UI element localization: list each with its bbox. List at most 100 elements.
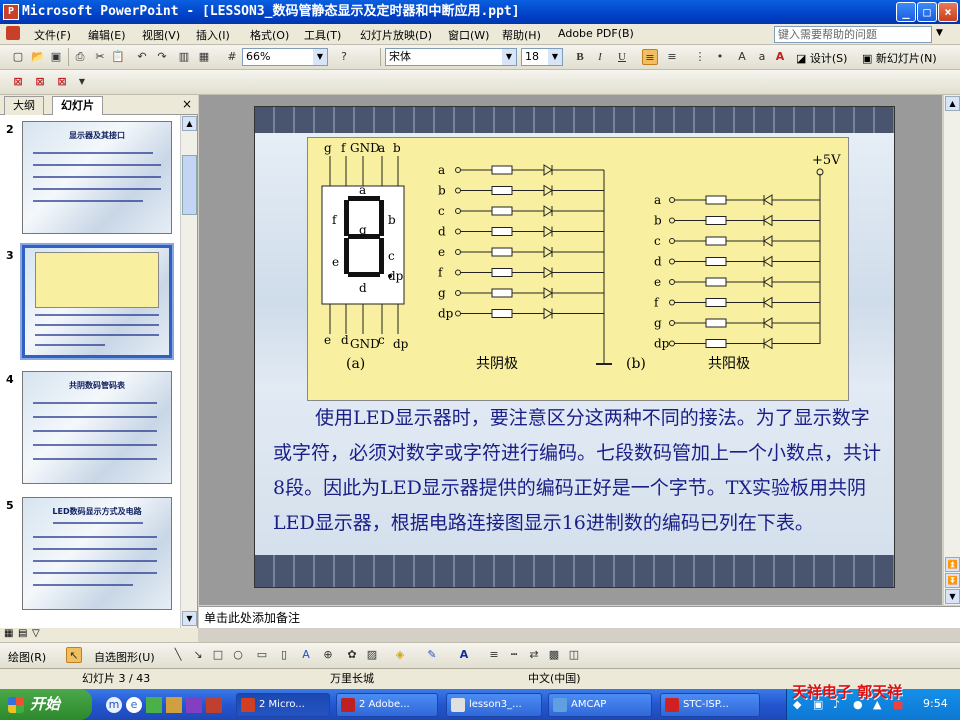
help-icon[interactable]: ? bbox=[336, 49, 352, 65]
pdf-convert-icon[interactable]: ⊠ bbox=[10, 74, 26, 90]
undo-icon[interactable]: ↶ bbox=[134, 49, 150, 65]
scroll-thumb[interactable] bbox=[182, 155, 197, 215]
sorter-view-icon[interactable]: ▤ bbox=[18, 628, 27, 639]
taskbar-powerpoint[interactable]: 2 Micro... bbox=[236, 693, 330, 717]
slide-body-text[interactable]: 使用LED显示器时，要注意区分这两种不同的接法。为了显示数字或字符，必须对数字或… bbox=[273, 401, 883, 541]
slide-thumbnail-5[interactable]: LED数码显示方式及电路 bbox=[22, 497, 172, 610]
picture-icon[interactable]: ▨ bbox=[364, 647, 380, 663]
menu-view[interactable]: 视图(V) bbox=[142, 27, 180, 43]
new-slide-button[interactable]: ▣ 新幻灯片(N) bbox=[862, 50, 937, 66]
numbered-list-icon[interactable]: ⋮ bbox=[692, 49, 708, 65]
pdf-email-icon[interactable]: ⊠ bbox=[32, 74, 48, 90]
save-icon[interactable]: ▣ bbox=[48, 49, 64, 65]
scroll-down-icon[interactable]: ▼ bbox=[182, 611, 197, 626]
close-button[interactable]: × bbox=[938, 2, 958, 22]
new-icon[interactable]: ▢ bbox=[10, 49, 26, 65]
taskbar-lesson3[interactable]: lesson3_... bbox=[446, 693, 542, 717]
quicklaunch-ie-icon[interactable]: e bbox=[126, 697, 142, 713]
tab-outline[interactable]: 大纲 bbox=[4, 96, 44, 115]
clipart-icon[interactable]: ✿ bbox=[344, 647, 360, 663]
table-icon[interactable]: ▦ bbox=[196, 49, 212, 65]
menu-format[interactable]: 格式(O) bbox=[250, 27, 289, 43]
menu-insert[interactable]: 插入(I) bbox=[196, 27, 230, 43]
align-left-icon[interactable]: ≡ bbox=[642, 49, 658, 65]
menu-slideshow[interactable]: 幻灯片放映(D) bbox=[360, 27, 432, 43]
notes-pane[interactable]: 单击此处添加备注 bbox=[199, 606, 960, 628]
slide-thumbnail-3[interactable] bbox=[20, 243, 174, 360]
pdf-review-icon[interactable]: ⊠ bbox=[54, 74, 70, 90]
align-center-icon[interactable]: ≡ bbox=[664, 49, 680, 65]
fill-color-icon[interactable]: ◈ bbox=[392, 647, 408, 663]
3d-icon[interactable]: ◫ bbox=[566, 647, 582, 663]
slide-canvas[interactable]: g f GND a b a f b g e c d dp e d GND c d… bbox=[254, 106, 895, 588]
maximize-button[interactable]: □ bbox=[917, 2, 937, 22]
dash-style-icon[interactable]: ┅ bbox=[506, 647, 522, 663]
quicklaunch-desktop-icon[interactable] bbox=[146, 697, 162, 713]
minimize-button[interactable]: _ bbox=[896, 2, 916, 22]
underline-button[interactable]: U bbox=[614, 49, 630, 65]
autoshapes-menu[interactable]: 自选图形(U) bbox=[94, 649, 155, 665]
bold-button[interactable]: B bbox=[572, 49, 588, 65]
help-dropdown-icon[interactable]: ▼ bbox=[936, 28, 943, 38]
shadow-icon[interactable]: ▩ bbox=[546, 647, 562, 663]
menu-tools[interactable]: 工具(T) bbox=[304, 27, 341, 43]
menu-help[interactable]: 帮助(H) bbox=[502, 27, 541, 43]
menu-window[interactable]: 窗口(W) bbox=[448, 27, 489, 43]
textbox-vertical-icon[interactable]: ▯ bbox=[276, 647, 292, 663]
cut-icon[interactable]: ✂ bbox=[92, 49, 108, 65]
normal-view-icon[interactable]: ▦ bbox=[4, 628, 13, 639]
document-icon[interactable] bbox=[6, 26, 20, 40]
help-search-input[interactable]: 键入需要帮助的问题 bbox=[774, 26, 932, 43]
oval-icon[interactable]: ○ bbox=[230, 647, 246, 663]
line-style-icon[interactable]: ≡ bbox=[486, 647, 502, 663]
rectangle-icon[interactable]: □ bbox=[210, 647, 226, 663]
paste-icon[interactable]: 📋 bbox=[110, 49, 126, 65]
taskbar-adobe[interactable]: 2 Adobe... bbox=[336, 693, 438, 717]
font-grow-icon[interactable]: A bbox=[734, 49, 750, 65]
toolbar-options-icon[interactable]: ▼ bbox=[74, 74, 90, 90]
scroll-up-icon[interactable]: ▲ bbox=[182, 116, 197, 131]
font-shrink-icon[interactable]: a bbox=[754, 49, 770, 65]
scroll-down-icon[interactable]: ▼ bbox=[945, 589, 960, 604]
select-pointer-icon[interactable]: ↖ bbox=[66, 647, 82, 663]
slide-scrollbar[interactable]: ▲ ⏫ ⏬ ▼ bbox=[943, 95, 960, 605]
design-button[interactable]: ◪ 设计(S) bbox=[796, 50, 847, 66]
quicklaunch-app-icon[interactable] bbox=[186, 697, 202, 713]
grid-icon[interactable]: # bbox=[224, 49, 240, 65]
quicklaunch-browser-icon[interactable]: m bbox=[106, 697, 122, 713]
font-size-select[interactable]: 18 ▼ bbox=[521, 48, 563, 66]
slideshow-view-icon[interactable]: ▽ bbox=[32, 628, 40, 639]
redo-icon[interactable]: ↷ bbox=[154, 49, 170, 65]
quicklaunch-app2-icon[interactable] bbox=[206, 697, 222, 713]
draw-menu[interactable]: 绘图(R) bbox=[8, 649, 46, 665]
diagram-icon[interactable]: ⊕ bbox=[320, 647, 336, 663]
line-icon[interactable]: ╲ bbox=[170, 647, 186, 663]
scroll-up-icon[interactable]: ▲ bbox=[945, 96, 960, 111]
tab-slides[interactable]: 幻灯片 bbox=[52, 96, 103, 115]
menu-file[interactable]: 文件(F) bbox=[34, 27, 71, 43]
textbox-icon[interactable]: ▭ bbox=[254, 647, 270, 663]
chart-icon[interactable]: ▥ bbox=[176, 49, 192, 65]
close-pane-icon[interactable]: × bbox=[182, 97, 192, 111]
slide-thumbnail-4[interactable]: 共阴数码管码表 bbox=[22, 371, 172, 484]
quicklaunch-folder-icon[interactable] bbox=[166, 697, 182, 713]
thumbnail-scrollbar[interactable]: ▲ ▼ bbox=[180, 115, 197, 628]
prev-slide-icon[interactable]: ⏫ bbox=[945, 557, 960, 572]
open-icon[interactable]: 📂 bbox=[30, 49, 46, 65]
clock[interactable]: 9:54 bbox=[923, 697, 948, 710]
arrow-style-icon[interactable]: ⇄ bbox=[526, 647, 542, 663]
slide-thumbnail-2[interactable]: 显示器及其接口 bbox=[22, 121, 172, 234]
powerpoint-app-icon[interactable]: P bbox=[3, 4, 19, 20]
bullet-list-icon[interactable]: • bbox=[712, 49, 728, 65]
menu-edit[interactable]: 编辑(E) bbox=[88, 27, 126, 43]
next-slide-icon[interactable]: ⏬ bbox=[945, 573, 960, 588]
zoom-select[interactable]: 66% ▼ bbox=[242, 48, 328, 66]
font-color-draw-icon[interactable]: A bbox=[456, 647, 472, 663]
print-icon[interactable]: ⎙ bbox=[72, 49, 88, 65]
start-button[interactable]: 开始 bbox=[0, 689, 92, 720]
menu-adobe-pdf[interactable]: Adobe PDF(B) bbox=[558, 27, 634, 40]
taskbar-amcap[interactable]: AMCAP bbox=[548, 693, 652, 717]
wordart-icon[interactable]: A bbox=[298, 647, 314, 663]
arrow-icon[interactable]: ↘ bbox=[190, 647, 206, 663]
font-select[interactable]: 宋体 ▼ bbox=[385, 48, 517, 66]
